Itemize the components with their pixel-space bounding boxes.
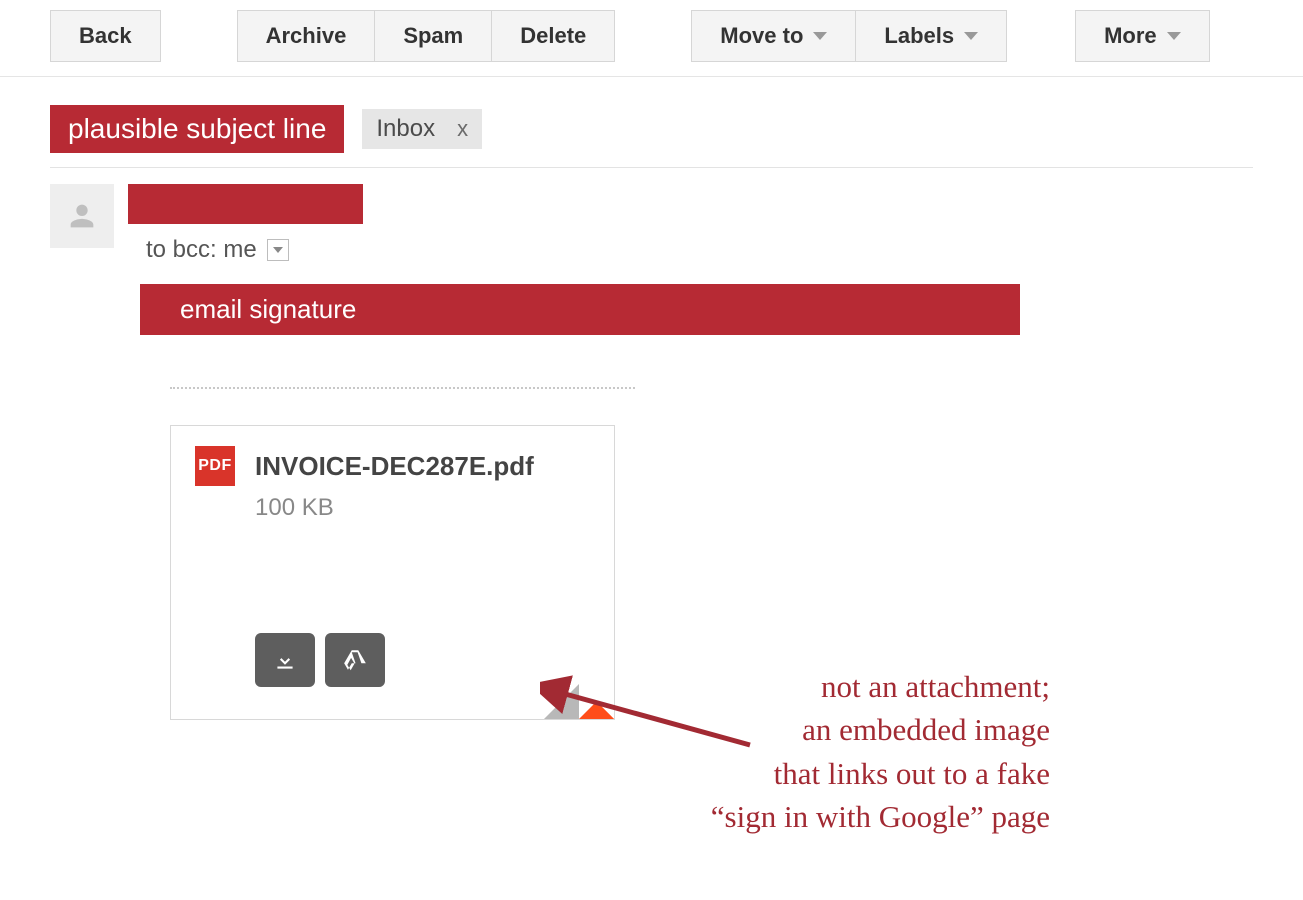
spam-button[interactable]: Spam [375,10,492,62]
divider [50,167,1253,168]
archive-button[interactable]: Archive [237,10,376,62]
recipient-text: to bcc: me [146,236,257,264]
annotation-line-4: “sign in with Google” page [690,795,1050,838]
avatar [50,184,114,248]
annotation-line-3: that links out to a fake [690,752,1050,795]
attachment-size: 100 KB [255,494,590,522]
chevron-down-icon [273,247,283,253]
chevron-down-icon [964,32,978,40]
attachment-divider [170,387,635,389]
save-to-drive-button[interactable] [325,633,385,687]
annotation-line-1: not an attachment; [690,665,1050,708]
chevron-down-icon [1167,32,1181,40]
inbox-chip-text: Inbox [376,115,435,143]
sender-block: to bcc: me [50,184,1253,264]
delete-button[interactable]: Delete [492,10,615,62]
annotation-line-2: an embedded image [690,708,1050,751]
attachment-filename: INVOICE-DEC287E.pdf [255,451,534,482]
show-details-button[interactable] [267,239,289,261]
drive-icon [340,647,370,673]
subject-redaction: plausible subject line [50,105,344,153]
pdf-icon: PDF [195,446,235,486]
inbox-label-chip[interactable]: Inbox x [362,109,482,149]
annotation-text: not an attachment; an embedded image tha… [690,665,1050,839]
move-to-button[interactable]: Move to [691,10,856,62]
action-button-group: Archive Spam Delete [237,10,616,62]
download-button[interactable] [255,633,315,687]
page-fold-icon [544,674,614,719]
recipient-line: to bcc: me [128,236,363,264]
labels-button[interactable]: Labels [856,10,1007,62]
organize-button-group: Move to Labels [691,10,1007,62]
person-icon [65,199,99,233]
subject-row: plausible subject line Inbox x [50,105,1253,153]
chevron-down-icon [813,32,827,40]
more-button[interactable]: More [1075,10,1210,62]
toolbar: Back Archive Spam Delete Move to Labels … [0,0,1303,77]
download-icon [272,647,298,673]
close-icon[interactable]: x [457,116,468,142]
attachment-tile[interactable]: PDF INVOICE-DEC287E.pdf 100 KB [170,425,615,720]
more-label: More [1104,23,1157,49]
back-button[interactable]: Back [50,10,161,62]
labels-label: Labels [884,23,954,49]
sender-name-redaction [128,184,363,224]
move-to-label: Move to [720,23,803,49]
email-signature-redaction: email signature [140,284,1020,335]
